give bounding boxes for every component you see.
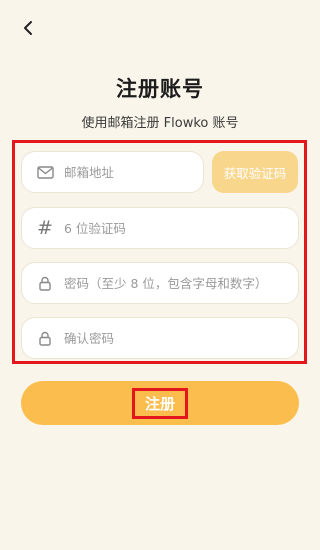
verification-code-field[interactable]: # 6 位验证码 bbox=[21, 207, 299, 249]
page-subtitle: 使用邮箱注册 Flowko 账号 bbox=[81, 116, 239, 131]
lock-icon bbox=[36, 274, 54, 292]
confirm-password-field[interactable]: 确认密码 bbox=[21, 317, 299, 359]
lock-icon bbox=[36, 329, 54, 347]
password-placeholder: 密码（至少 8 位，包含字母和数字） bbox=[64, 275, 268, 291]
register-button-label: 注册 bbox=[131, 387, 188, 419]
password-field[interactable]: 密码（至少 8 位，包含字母和数字） bbox=[21, 262, 299, 304]
get-code-button[interactable]: 获取验证码 bbox=[212, 151, 298, 193]
email-field[interactable]: 邮箱地址 bbox=[21, 151, 204, 193]
back-button[interactable] bbox=[14, 14, 42, 42]
chevron-left-icon bbox=[24, 21, 32, 35]
hash-icon: # bbox=[37, 217, 53, 239]
email-placeholder: 邮箱地址 bbox=[64, 164, 115, 180]
page-title: 注册账号 bbox=[116, 77, 204, 101]
code-placeholder: 6 位验证码 bbox=[64, 220, 126, 236]
confirm-password-placeholder: 确认密码 bbox=[64, 330, 115, 346]
register-button[interactable]: 注册 bbox=[21, 381, 299, 425]
mail-icon bbox=[36, 163, 54, 181]
